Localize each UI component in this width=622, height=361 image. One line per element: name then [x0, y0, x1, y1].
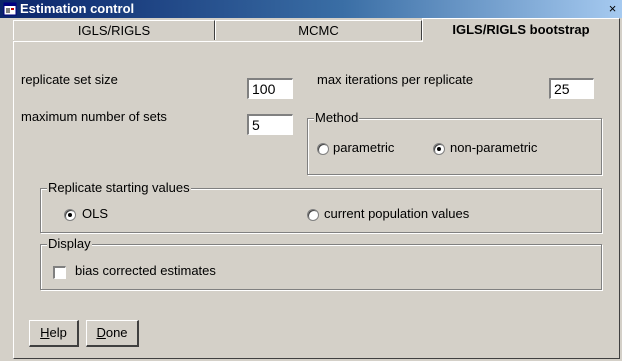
replicate-set-size-input[interactable]: 100	[247, 78, 293, 99]
method-legend: Method	[314, 110, 360, 126]
bias-corrected-label[interactable]: bias corrected estimates	[75, 263, 216, 278]
non-parametric-radio[interactable]	[433, 143, 445, 155]
window-title: Estimation control	[20, 1, 135, 16]
non-parametric-label[interactable]: non-parametric	[450, 140, 537, 155]
done-button[interactable]: Done	[86, 320, 139, 347]
done-accel: D	[96, 325, 106, 340]
app-window-icon	[3, 2, 17, 16]
ols-label[interactable]: OLS	[82, 206, 108, 221]
current-population-values-radio[interactable]	[307, 209, 319, 221]
radio-selected-dot	[68, 213, 72, 217]
tab-igls-rigls[interactable]: IGLS/RIGLS	[13, 20, 215, 40]
replicate-starting-values-group: Replicate starting values OLS current po…	[40, 180, 602, 233]
tab-mcmc[interactable]: MCMC	[215, 20, 422, 40]
help-button[interactable]: Help	[29, 320, 79, 347]
display-legend: Display	[47, 236, 92, 252]
tab-igls-rigls-bootstrap[interactable]: IGLS/RIGLS bootstrap	[422, 18, 620, 42]
replicate-set-size-label: replicate set size	[21, 72, 118, 87]
title-bar[interactable]: Estimation control ×	[0, 0, 622, 18]
ols-radio[interactable]	[64, 209, 76, 221]
close-icon[interactable]: ×	[605, 2, 620, 16]
radio-selected-dot	[437, 147, 441, 151]
parametric-radio[interactable]	[317, 143, 329, 155]
bootstrap-panel: replicate set size 100 max iterations pe…	[13, 41, 620, 359]
replicate-starting-values-legend: Replicate starting values	[47, 180, 191, 196]
estimation-control-window: Estimation control × IGLS/RIGLS MCMC IGL…	[0, 0, 622, 361]
done-label-rest: one	[105, 325, 128, 340]
max-iterations-input[interactable]: 25	[549, 78, 594, 99]
method-group: Method parametric non-parametric	[307, 110, 602, 175]
help-label-rest: elp	[49, 325, 67, 340]
max-sets-input[interactable]: 5	[247, 114, 293, 135]
help-accel: H	[40, 325, 50, 340]
parametric-label[interactable]: parametric	[333, 140, 394, 155]
current-population-values-label[interactable]: current population values	[324, 206, 469, 221]
display-group: Display bias corrected estimates	[40, 236, 602, 290]
max-sets-label: maximum number of sets	[21, 109, 167, 124]
bias-corrected-checkbox[interactable]	[53, 266, 66, 279]
max-iterations-label: max iterations per replicate	[317, 72, 474, 87]
